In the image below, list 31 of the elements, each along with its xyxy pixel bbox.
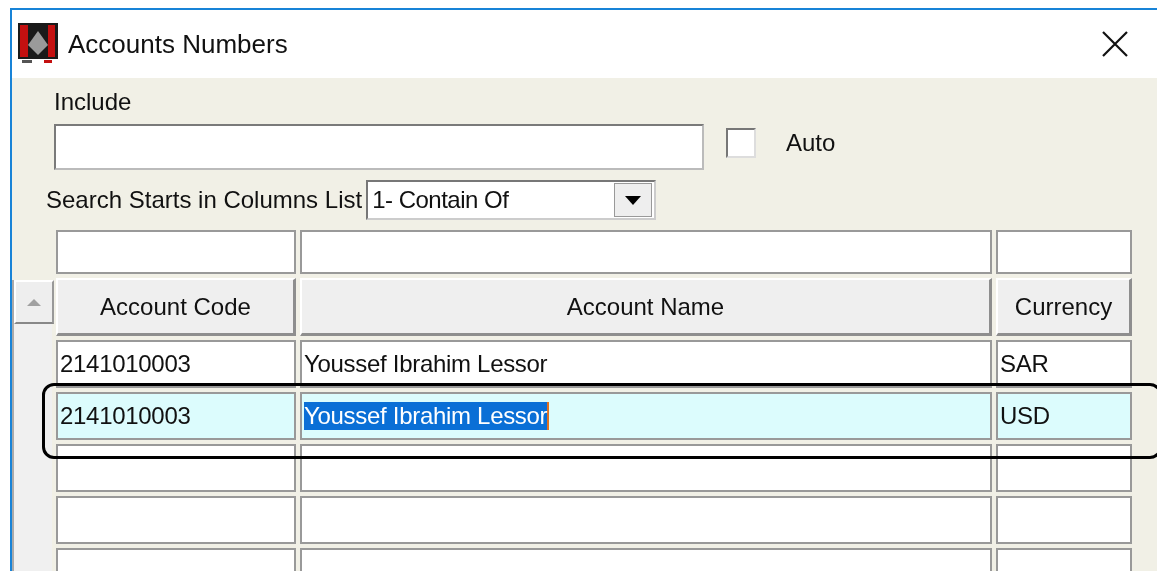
window-title: Accounts Numbers bbox=[68, 28, 289, 60]
table-cell[interactable]: 2141010003 bbox=[56, 392, 296, 440]
include-label: Include bbox=[54, 88, 133, 116]
include-field[interactable] bbox=[54, 124, 704, 170]
close-icon bbox=[1102, 31, 1128, 57]
table-cell[interactable]: Youssef Ibrahim Lessor bbox=[300, 340, 992, 388]
app-logo-icon bbox=[18, 23, 58, 65]
empty-cell[interactable] bbox=[56, 444, 296, 492]
column-filter-field[interactable] bbox=[996, 230, 1132, 274]
column-filter-field[interactable] bbox=[56, 230, 296, 274]
empty-cell[interactable] bbox=[300, 444, 992, 492]
table-cell[interactable]: SAR bbox=[996, 340, 1132, 388]
column-filter-field[interactable] bbox=[300, 230, 992, 274]
scrollbar[interactable] bbox=[12, 280, 52, 571]
table-cell[interactable]: Youssef Ibrahim Lessor bbox=[300, 392, 992, 440]
scroll-up-button[interactable] bbox=[14, 280, 54, 324]
auto-checkbox[interactable] bbox=[726, 128, 756, 158]
search-mode-dropdown[interactable]: 1- Contain Of bbox=[366, 180, 657, 220]
column-header[interactable]: Account Name bbox=[300, 278, 992, 336]
empty-cell[interactable] bbox=[300, 496, 992, 544]
column-header[interactable]: Currency bbox=[996, 278, 1132, 336]
search-columns-label: Search Starts in Columns List bbox=[46, 186, 363, 214]
up-arrow-icon bbox=[26, 297, 42, 307]
empty-cell[interactable] bbox=[996, 444, 1132, 492]
empty-cell[interactable] bbox=[996, 496, 1132, 544]
table-cell[interactable]: USD bbox=[996, 392, 1132, 440]
auto-label: Auto bbox=[786, 129, 836, 157]
column-header[interactable]: Account Code bbox=[56, 278, 296, 336]
selected-text: Youssef Ibrahim Lessor bbox=[304, 402, 550, 430]
table-cell[interactable]: 2141010003 bbox=[56, 340, 296, 388]
empty-cell[interactable] bbox=[56, 496, 296, 544]
